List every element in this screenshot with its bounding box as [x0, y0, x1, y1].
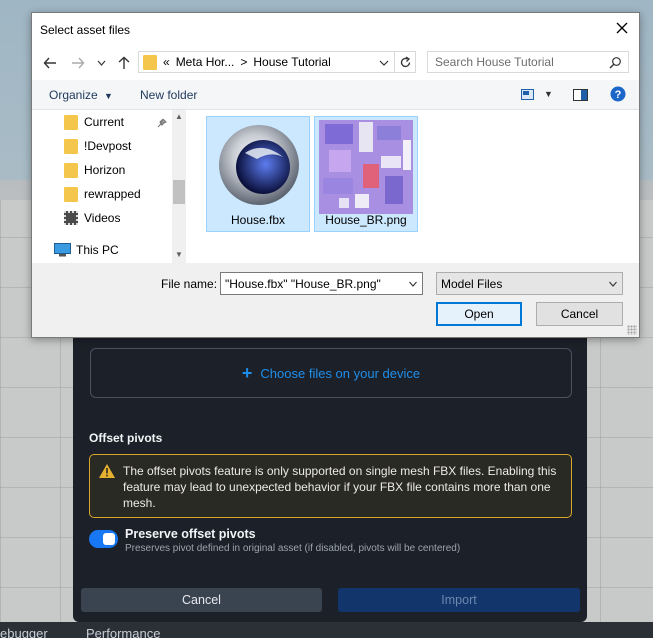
preview-pane-icon[interactable]: [573, 89, 588, 101]
view-options-icon[interactable]: [521, 89, 534, 100]
tree-item-label: rewrapped: [84, 187, 141, 201]
pin-icon: [157, 118, 167, 128]
up-arrow-icon[interactable]: [117, 56, 131, 70]
open-button[interactable]: Open: [436, 302, 522, 326]
navigation-pane: Current !Devpost Horizon rewrapped Video…: [32, 110, 186, 263]
file-name-label: File name:: [161, 277, 218, 291]
organize-menu[interactable]: Organize ▼: [49, 88, 113, 102]
panel-cancel-button[interactable]: Cancel: [81, 588, 322, 612]
resize-grip[interactable]: [627, 325, 637, 335]
tree-item-label: !Devpost: [84, 139, 132, 153]
preserve-offset-pivots-toggle[interactable]: [89, 530, 118, 548]
close-icon[interactable]: [613, 19, 631, 37]
view-dropdown-icon[interactable]: ▼: [544, 89, 553, 99]
cancel-button[interactable]: Cancel: [536, 302, 623, 326]
breadcrumb-overflow[interactable]: «: [163, 55, 170, 69]
file-type-select[interactable]: Model Files: [436, 272, 623, 295]
choose-files-label: Choose files on your device: [260, 365, 421, 381]
warning-icon: [99, 464, 115, 478]
navigation-bar: « Meta Hor... > House Tutorial: [32, 44, 639, 80]
tree-item-current[interactable]: Current: [64, 112, 124, 132]
chevron-down-icon: [609, 281, 617, 287]
breadcrumb-meta-horizon[interactable]: Meta Hor...: [176, 55, 235, 69]
tree-item-label: This PC: [76, 243, 119, 257]
import-button[interactable]: Import: [338, 588, 580, 612]
scroll-down-icon[interactable]: ▼: [175, 250, 183, 259]
tree-item-videos[interactable]: Videos: [64, 208, 120, 228]
texture-thumbnail: [319, 120, 413, 214]
tree-item-this-pc[interactable]: This PC: [54, 240, 119, 260]
refresh-button[interactable]: [394, 51, 416, 73]
chevron-down-icon[interactable]: [409, 280, 417, 288]
organize-label: Organize: [49, 88, 98, 102]
breadcrumb-house-tutorial[interactable]: House Tutorial: [253, 55, 330, 69]
file-name-value: "House.fbx" "House_BR.png": [225, 277, 381, 291]
file-name: House.fbx: [230, 213, 286, 227]
import-panel: + Choose files on your device Offset piv…: [73, 330, 587, 622]
folder-icon: [64, 138, 78, 154]
folder-icon: [64, 186, 78, 202]
forward-arrow-icon[interactable]: [71, 56, 85, 70]
computer-icon: [54, 243, 71, 257]
offset-pivots-warning: The offset pivots feature is only suppor…: [89, 454, 572, 518]
new-folder-button[interactable]: New folder: [140, 88, 197, 102]
scroll-up-icon[interactable]: ▲: [175, 112, 183, 121]
tree-item-devpost[interactable]: !Devpost: [64, 136, 131, 156]
tree-item-label: Videos: [84, 211, 121, 225]
preserve-offset-pivots-description: Preserves pivot defined in original asse…: [125, 543, 461, 554]
tab-debugger[interactable]: ebugger: [0, 626, 48, 638]
scrollbar-thumb[interactable]: [173, 180, 185, 204]
search-icon[interactable]: [609, 56, 622, 69]
svg-text:?: ?: [615, 89, 622, 101]
navigation-scrollbar[interactable]: ▲ ▼: [172, 110, 186, 263]
address-dropdown-icon[interactable]: [379, 59, 389, 67]
cinema4d-icon: [219, 125, 299, 205]
file-item-house-fbx[interactable]: House.fbx: [206, 116, 310, 232]
recent-locations-chevron-icon[interactable]: [97, 56, 106, 70]
choose-files-button[interactable]: + Choose files on your device: [90, 348, 572, 398]
preserve-offset-pivots-label: Preserve offset pivots: [125, 527, 256, 541]
file-type-value: Model Files: [441, 277, 503, 291]
file-name: House_BR.png: [325, 213, 407, 227]
tree-item-horizon[interactable]: Horizon: [64, 160, 125, 180]
tree-item-label: Horizon: [84, 163, 126, 177]
search-box[interactable]: [427, 51, 629, 73]
file-item-house-br-png[interactable]: House_BR.png: [314, 116, 418, 232]
back-arrow-icon[interactable]: [43, 56, 57, 70]
dialog-content: Current !Devpost Horizon rewrapped Video…: [32, 110, 639, 263]
folder-icon: [64, 114, 78, 130]
refresh-icon: [400, 56, 411, 68]
breadcrumb-separator: >: [240, 55, 248, 69]
chevron-down-icon: ▼: [104, 91, 113, 101]
address-bar[interactable]: « Meta Hor... > House Tutorial: [138, 51, 416, 73]
videos-folder-icon: [64, 211, 78, 225]
select-asset-files-dialog: Select asset files « Meta Hor... > House…: [31, 12, 640, 338]
help-icon[interactable]: ?: [610, 86, 626, 102]
offset-pivots-heading: Offset pivots: [89, 431, 163, 445]
tree-item-label: Current: [84, 115, 125, 129]
plus-icon: +: [241, 362, 253, 383]
search-input[interactable]: [435, 53, 605, 71]
tab-performance[interactable]: Performance: [86, 626, 160, 638]
warning-text: The offset pivots feature is only suppor…: [123, 464, 557, 510]
tree-item-rewrapped[interactable]: rewrapped: [64, 184, 141, 204]
file-name-field[interactable]: "House.fbx" "House_BR.png": [220, 272, 423, 295]
dialog-footer: File name: "House.fbx" "House_BR.png" Mo…: [32, 263, 639, 337]
command-bar: Organize ▼ New folder ▼ ?: [32, 80, 639, 110]
folder-icon: [143, 54, 157, 70]
dialog-title: Select asset files: [40, 23, 131, 37]
dialog-titlebar: Select asset files: [32, 13, 639, 44]
toggle-knob: [103, 533, 115, 545]
folder-icon: [64, 162, 78, 178]
file-list: House.fbx House_BR.png: [187, 110, 639, 263]
